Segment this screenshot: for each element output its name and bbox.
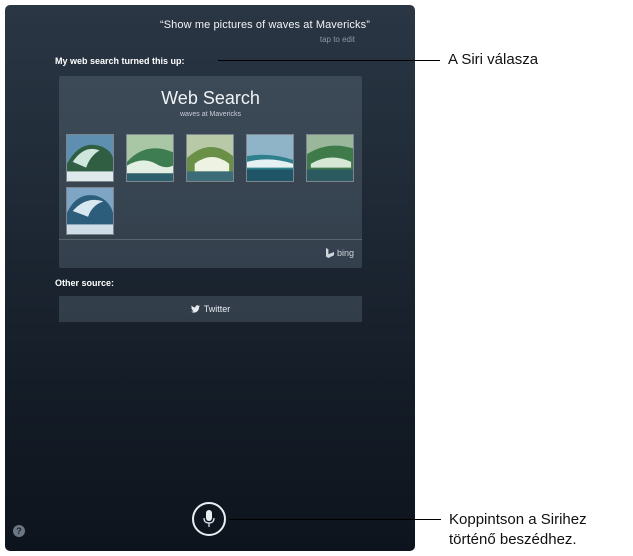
bing-attribution[interactable]: bing: [325, 248, 354, 258]
bing-logo-icon: [325, 248, 334, 258]
twitter-bird-icon: [190, 305, 200, 313]
tap-siri-callout-line1: Koppintson a Sirihez: [449, 511, 587, 528]
twitter-label: Twitter: [203, 304, 231, 314]
tap-siri-callout-line2: történő beszédhez.: [449, 531, 577, 548]
siri-mic-button[interactable]: [192, 502, 226, 536]
tap-to-edit-hint[interactable]: tap to edit: [320, 35, 355, 44]
web-search-title: Web Search: [161, 88, 260, 108]
card-divider: [59, 239, 362, 240]
twitter-source-button[interactable]: Twitter: [59, 296, 362, 322]
web-search-subtitle: waves at Mavericks: [179, 111, 242, 118]
siri-response-callout-line: [218, 60, 440, 61]
other-source-label: Other source:: [55, 278, 115, 288]
wave-thumbnail-5[interactable]: [306, 134, 354, 182]
wave-thumbnail-1[interactable]: [66, 134, 114, 182]
siri-screen: “Show me pictures of waves at Mavericks”…: [5, 5, 415, 551]
wave-thumbnail-4[interactable]: [246, 134, 294, 182]
microphone-icon: [203, 510, 215, 527]
wave-thumbnail-2[interactable]: [126, 134, 174, 182]
siri-response-callout: A Siri válasza: [448, 51, 539, 68]
bing-label: bing: [336, 248, 354, 258]
help-icon[interactable]: ?: [13, 525, 25, 537]
siri-query-text[interactable]: “Show me pictures of waves at Mavericks”: [5, 19, 415, 31]
tap-siri-callout-line: [229, 519, 441, 520]
response-intro-label: My web search turned this up:: [55, 56, 185, 66]
wave-thumbnail-6[interactable]: [66, 187, 114, 235]
web-search-card[interactable]: Web Search waves at Mavericks bing: [59, 76, 362, 268]
wave-thumbnail-3[interactable]: [186, 134, 234, 182]
